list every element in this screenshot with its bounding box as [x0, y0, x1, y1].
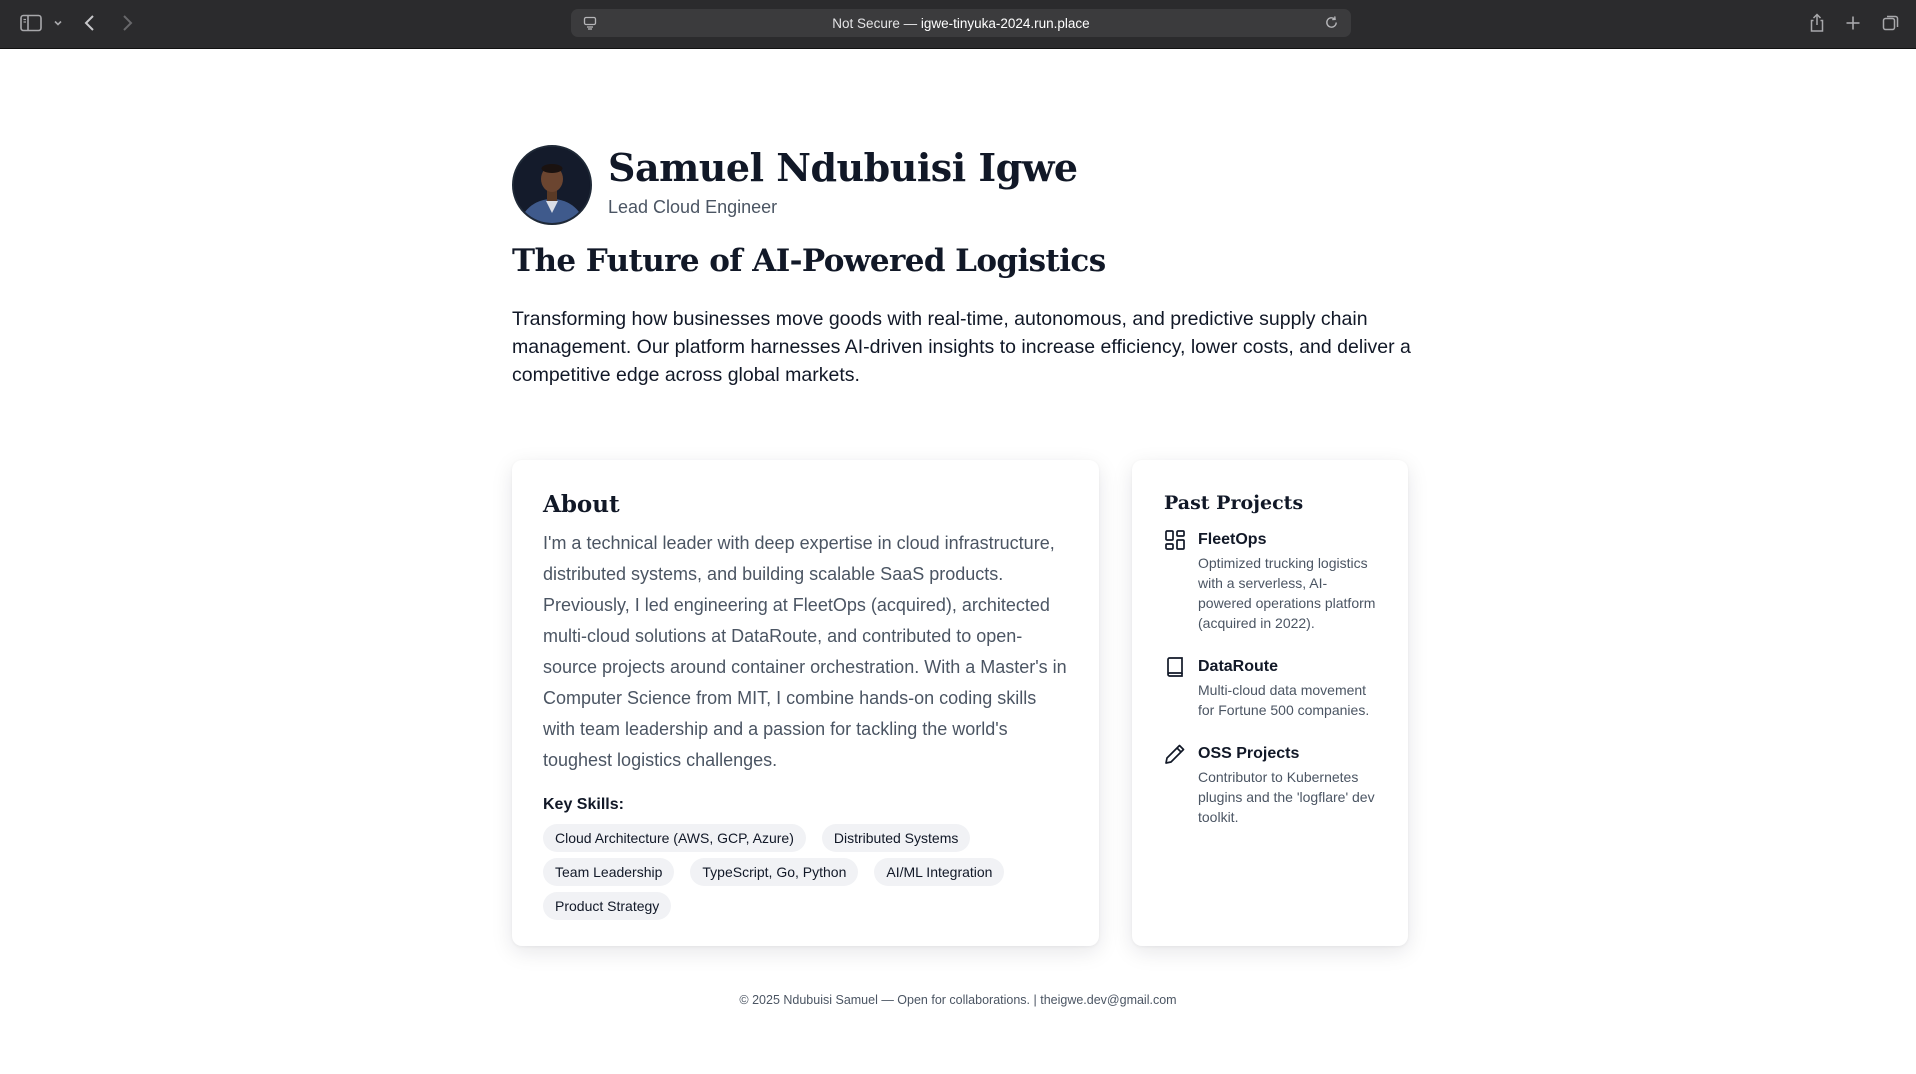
profile-role: Lead Cloud Engineer — [608, 197, 778, 217]
skill-chip: Cloud Architecture (AWS, GCP, Azure) — [543, 824, 806, 852]
about-text: I'm a technical leader with deep experti… — [543, 533, 1067, 770]
about-title: About — [543, 491, 620, 518]
chevron-down-icon[interactable] — [53, 10, 63, 36]
skill-chip: Distributed Systems — [821, 824, 971, 852]
url-security-label: Not Secure — — [832, 15, 921, 31]
project-description: Contributor to Kubernetes plugins and th… — [1198, 769, 1375, 825]
project-item-fleetops: FleetOps Optimized trucking logistics wi… — [1164, 530, 1376, 633]
forward-arrow-icon[interactable] — [120, 10, 134, 36]
skill-chip: AI/ML Integration — [874, 858, 1005, 886]
projects-card: Past Projects FleetOps Optimized truckin… — [1132, 460, 1408, 946]
page-settings-icon[interactable] — [583, 16, 597, 30]
project-item-dataroute: DataRoute Multi-cloud data movement for … — [1164, 657, 1376, 720]
project-description: Optimized trucking logistics with a serv… — [1198, 555, 1376, 631]
avatar — [512, 145, 592, 225]
reload-icon[interactable] — [1324, 15, 1339, 30]
address-bar[interactable]: Not Secure — igwe-tinyuka-2024.run.place — [571, 9, 1351, 37]
share-icon[interactable] — [1808, 10, 1826, 36]
project-name: OSS Projects — [1198, 745, 1300, 762]
pencil-icon — [1164, 743, 1186, 765]
skills-list: Cloud Architecture (AWS, GCP, Azure) Dis… — [543, 824, 1063, 920]
skills-label: Key Skills: — [543, 796, 624, 813]
footer: © 2025 Ndubuisi Samuel — Open for collab… — [739, 993, 1177, 1007]
skill-chip: Product Strategy — [543, 892, 672, 920]
url-text: Not Secure — igwe-tinyuka-2024.run.place — [832, 16, 1089, 31]
hero-intro: Transforming how businesses move goods w… — [512, 308, 1411, 386]
project-description: Multi-cloud data movement for Fortune 50… — [1198, 682, 1370, 718]
projects-title: Past Projects — [1164, 492, 1304, 514]
tab-overview-icon[interactable] — [1882, 10, 1900, 36]
profile-header — [512, 145, 592, 225]
project-name: DataRoute — [1198, 658, 1279, 675]
hero-headline: The Future of AI-Powered Logistics — [512, 243, 1106, 279]
skill-chip: Team Leadership — [543, 858, 675, 886]
project-item-oss: OSS Projects Contributor to Kubernetes p… — [1164, 744, 1376, 827]
profile-name: Samuel Ndubuisi Igwe — [608, 145, 1078, 190]
back-arrow-icon[interactable] — [83, 10, 97, 36]
url-host: igwe-tinyuka-2024.run.place — [920, 15, 1090, 31]
new-tab-icon[interactable] — [1845, 10, 1861, 36]
about-card: About I'm a technical leader with deep e… — [512, 460, 1099, 946]
book-icon — [1164, 656, 1186, 678]
profile-photo — [514, 147, 590, 223]
dashboard-grid-icon — [1164, 529, 1186, 551]
sidebar-toggle-icon[interactable] — [20, 10, 42, 36]
browser-toolbar: Not Secure — igwe-tinyuka-2024.run.place — [0, 0, 1916, 49]
skill-chip: TypeScript, Go, Python — [690, 858, 859, 886]
project-name: FleetOps — [1198, 531, 1267, 548]
